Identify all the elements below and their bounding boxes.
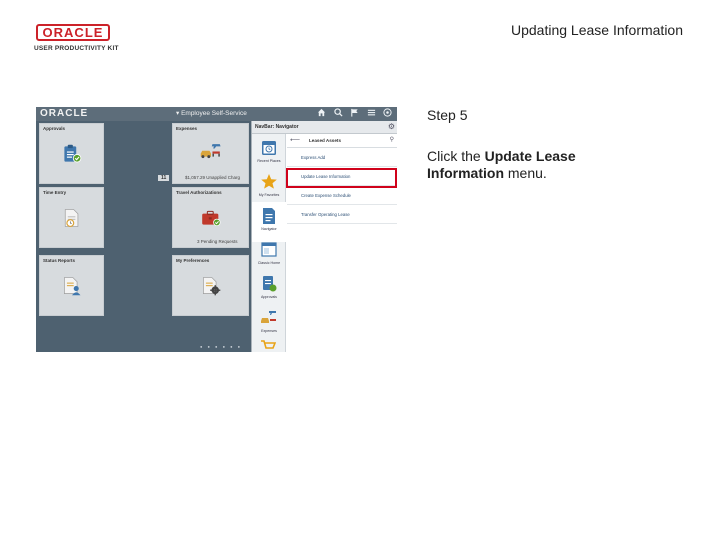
person-report-icon	[61, 275, 83, 297]
app-screenshot: ORACLE ▾ Employee Self-Service Approvals	[36, 107, 397, 352]
navbar-rail: Recent Places My Favorites Navigator Cla…	[252, 134, 286, 352]
tile-title: Status Reports	[43, 258, 76, 263]
expenses-icon	[261, 311, 276, 323]
step-label: Step 5	[427, 107, 468, 123]
page-indicator[interactable]: ● ● ● ● ● ●	[200, 344, 242, 349]
tile-title: Time Entry	[43, 190, 67, 195]
shopping-cart-icon[interactable]	[260, 339, 277, 352]
window-icon	[261, 242, 277, 257]
timesheet-icon	[61, 207, 83, 229]
tile-title: Travel Authorizations	[176, 190, 222, 195]
menu-item-create-expense-schedule[interactable]: Create Expense Schedule	[287, 186, 397, 205]
instruction-text: Click the Update Lease Information menu.	[427, 148, 627, 182]
tile-expenses[interactable]: Expenses $1,057.29 Unapplied Charg	[172, 123, 249, 184]
home-icon[interactable]	[317, 108, 326, 120]
rail-label: Approvals	[261, 295, 277, 299]
slide-title: Updating Lease Information	[511, 22, 683, 38]
briefcase-check-icon	[200, 207, 222, 229]
tile-title: Approvals	[43, 126, 66, 131]
navigator-list-header: ⟵ Leased Assets ⚲	[287, 134, 397, 148]
instruction-suffix: menu.	[504, 165, 547, 181]
oracle-logo: ORACLE	[36, 24, 110, 41]
document-icon	[263, 208, 275, 224]
navbar-panel: NavBar: Navigator ⚙ Recent Places My Fav…	[251, 121, 397, 352]
tile-title: Expenses	[176, 126, 198, 131]
settings-doc-icon	[200, 275, 222, 297]
step-highlight-box	[286, 168, 397, 188]
oracle-upk-logo: ORACLE USER PRODUCTIVITY KIT	[34, 24, 126, 52]
navbar-icon[interactable]	[383, 108, 392, 120]
tile-meta: $1,057.29 Unapplied Charg	[185, 175, 241, 180]
folder-title: Leased Assets	[309, 138, 342, 143]
rail-label: My Favorites	[258, 193, 280, 197]
travel-icon	[200, 139, 222, 161]
app-oracle-logo: ORACLE	[40, 108, 89, 119]
tile-meta: 3 Pending Requests	[197, 239, 238, 244]
navigator-list: ⟵ Leased Assets ⚲ Express Add Update Lea…	[287, 134, 397, 352]
clipboard-check-icon	[61, 143, 83, 165]
rail-expenses[interactable]: Expenses	[252, 304, 286, 344]
tile-status-reports[interactable]: Status Reports	[39, 255, 104, 316]
menu-icon[interactable]	[367, 108, 376, 120]
tile-approvals[interactable]: Approvals	[39, 123, 104, 184]
flag-icon[interactable]	[350, 108, 359, 120]
approvals-icon	[263, 276, 277, 292]
rail-label: Navigator	[261, 227, 277, 231]
instruction-prefix: Click the	[427, 148, 485, 164]
rail-label: Recent Places	[257, 159, 281, 163]
tile-my-preferences[interactable]: My Preferences	[172, 255, 249, 316]
pin-icon[interactable]: ⚲	[390, 136, 394, 143]
menu-item-label: Transfer Operating Lease	[301, 212, 350, 217]
tile-time-entry[interactable]: Time Entry	[39, 187, 104, 248]
star-icon	[261, 174, 277, 189]
upk-label: USER PRODUCTIVITY KIT	[34, 45, 119, 52]
rail-label: Classic Home	[257, 261, 281, 265]
rail-label: Expenses	[261, 329, 277, 333]
menu-item-express-add[interactable]: Express Add	[287, 148, 397, 167]
menu-item-label: Create Expense Schedule	[301, 193, 351, 198]
gear-icon[interactable]: ⚙	[388, 122, 395, 131]
tile-title: My Preferences	[176, 258, 210, 263]
tile-travel-authorizations[interactable]: Travel Authorizations 3 Pending Requests	[172, 187, 249, 248]
menu-item-label: Express Add	[301, 155, 326, 160]
back-arrow-icon[interactable]: ⟵	[290, 136, 300, 144]
menu-item-transfer-operating-lease[interactable]: Transfer Operating Lease	[287, 205, 397, 224]
expense-count-badge: 11	[158, 175, 170, 181]
navbar-header: NavBar: Navigator ⚙	[252, 121, 397, 134]
app-header-bar: ORACLE ▾ Employee Self-Service	[36, 107, 397, 121]
search-icon[interactable]	[334, 108, 343, 120]
calendar-icon	[262, 141, 276, 155]
navbar-title: NavBar: Navigator	[255, 124, 299, 130]
homepage-selector[interactable]: ▾ Employee Self-Service	[176, 109, 247, 117]
